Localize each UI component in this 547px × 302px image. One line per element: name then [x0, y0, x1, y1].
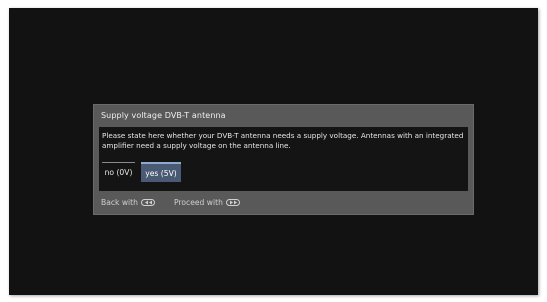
- option-yes-5v[interactable]: yes (5V): [141, 162, 181, 182]
- rewind-key-icon: [140, 199, 155, 206]
- dialog-title: Supply voltage DVB-T antenna: [101, 111, 226, 120]
- tv-screen: Supply voltage DVB-T antenna Please stat…: [9, 8, 538, 295]
- proceed-hint[interactable]: Proceed with: [174, 198, 240, 207]
- dialog-body: Please state here whether your DVB-T ant…: [99, 127, 468, 191]
- back-hint[interactable]: Back with: [101, 198, 155, 207]
- dialog-description: Please state here whether your DVB-T ant…: [102, 131, 464, 150]
- dialog-footer: Back with Proceed with: [101, 198, 240, 207]
- fast-forward-key-icon: [225, 199, 240, 206]
- proceed-label: Proceed with: [173, 198, 223, 207]
- option-no-0v[interactable]: no (0V): [102, 162, 135, 182]
- supply-voltage-dialog: Supply voltage DVB-T antenna Please stat…: [93, 104, 474, 215]
- back-label: Back with: [101, 198, 138, 207]
